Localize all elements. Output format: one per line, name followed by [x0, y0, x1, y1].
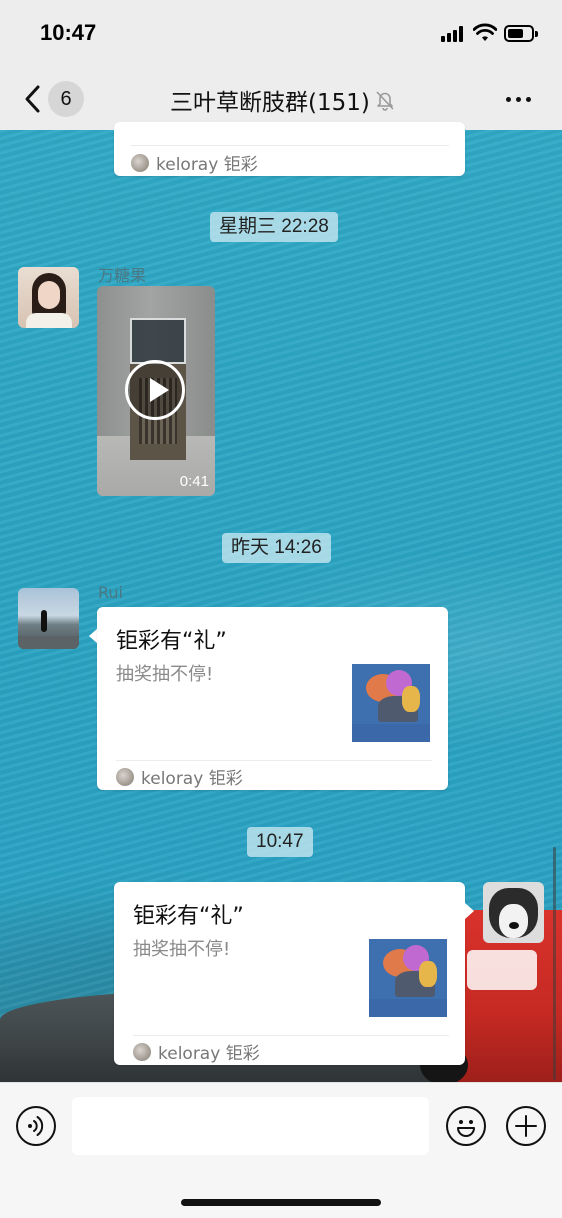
wifi-icon [473, 23, 497, 41]
chevron-left-icon[interactable] [22, 84, 44, 114]
chat-title-group: 三叶草断肢群(151) [170, 85, 396, 116]
card-description: 抽奖抽不停! [133, 939, 231, 960]
shared-link-card[interactable]: 钜彩有“礼” 抽奖抽不停! keloray 钜彩 [114, 882, 465, 1065]
scroll-indicator[interactable] [553, 847, 556, 1080]
input-bar [0, 1082, 562, 1218]
bell-slash-icon [376, 91, 394, 111]
avatar[interactable] [18, 267, 79, 328]
avatar[interactable] [18, 588, 79, 649]
source-logo-icon [131, 153, 149, 172]
card-source: keloray 钜彩 [131, 150, 258, 175]
card-divider [116, 760, 432, 761]
card-thumbnail [352, 664, 430, 742]
battery-icon [504, 25, 538, 42]
bubble-tail [465, 903, 474, 919]
card-source-label: keloray 钜彩 [141, 769, 243, 789]
message-input[interactable] [72, 1097, 429, 1155]
card-title: 钜彩有“礼” [133, 904, 244, 929]
card-title: 钜彩有“礼” [116, 629, 227, 654]
card-source: keloray 钜彩 [116, 764, 243, 789]
video-tank [130, 318, 186, 364]
voice-icon[interactable] [16, 1106, 56, 1146]
shared-link-card[interactable]: 钜彩有“礼” 抽奖抽不停! keloray 钜彩 [97, 607, 448, 790]
emoji-icon[interactable] [446, 1106, 486, 1146]
card-divider [133, 1035, 449, 1036]
avatar[interactable] [483, 882, 544, 943]
unread-count-badge[interactable]: 6 [48, 81, 84, 117]
source-logo-icon [116, 767, 134, 786]
card-divider [131, 145, 449, 146]
chat-timestamp: 星期三 22:28 [210, 212, 338, 242]
card-source-label: keloray 钜彩 [158, 1044, 260, 1064]
status-time: 10:47 [40, 20, 97, 45]
cellular-signal-icon [441, 26, 467, 42]
sender-name: 万糖果 [98, 266, 147, 285]
video-message[interactable]: 0:41 [97, 286, 215, 496]
shared-link-card[interactable]: keloray 钜彩 [114, 122, 465, 176]
source-logo-icon [133, 1042, 151, 1061]
card-thumbnail [369, 939, 447, 1017]
ellipsis-icon[interactable] [504, 92, 534, 106]
chat-timestamp: 10:47 [247, 827, 313, 857]
navigation-bar: 10:47 6 三叶草断肢群(151) [0, 0, 562, 130]
chat-timestamp: 昨天 14:26 [222, 533, 331, 563]
play-icon[interactable] [125, 360, 185, 420]
sender-name: Rui [98, 583, 123, 602]
home-indicator[interactable] [181, 1199, 381, 1206]
plus-icon[interactable] [506, 1106, 546, 1146]
card-source-label: keloray 钜彩 [156, 155, 258, 175]
video-duration: 0:41 [179, 473, 209, 490]
group-chat-title: 三叶草断肢群(151) [170, 90, 370, 116]
card-description: 抽奖抽不停! [116, 664, 214, 685]
card-source: keloray 钜彩 [133, 1039, 260, 1064]
